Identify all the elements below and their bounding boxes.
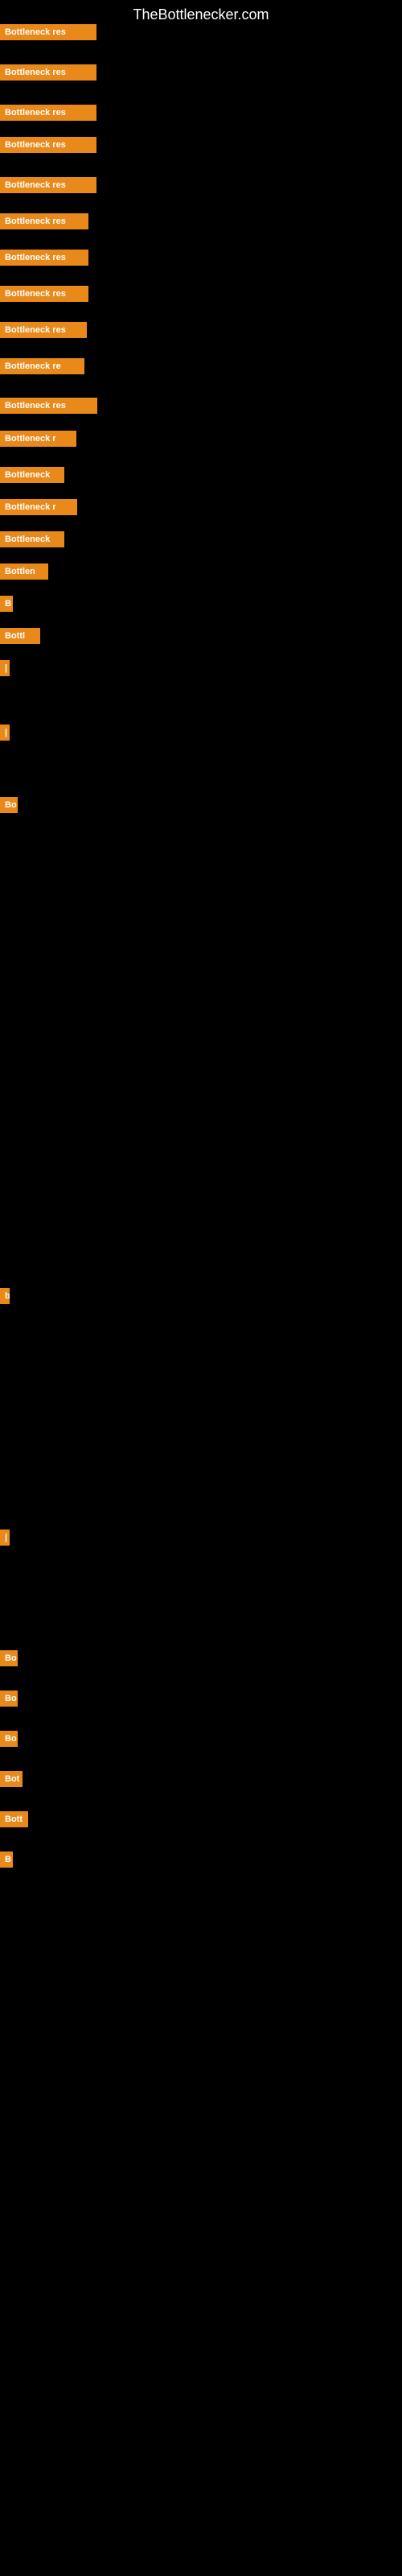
- bottleneck-badge: Bottleneck res: [0, 398, 97, 414]
- bottleneck-badge: Bo: [0, 797, 18, 813]
- bottleneck-badge: Bo: [0, 1650, 18, 1666]
- bottleneck-badge: Bott: [0, 1811, 28, 1827]
- bottleneck-badge: B: [0, 1852, 13, 1868]
- bottleneck-badge: Bottleneck re: [0, 358, 84, 374]
- bottleneck-badge: Bottl: [0, 628, 40, 644]
- bottleneck-badge: Bottleneck res: [0, 250, 88, 266]
- bottleneck-badge: Bottleneck res: [0, 105, 96, 121]
- bottleneck-badge: B: [0, 596, 13, 612]
- bottleneck-badge: Bottleneck: [0, 531, 64, 547]
- bottleneck-badge: Bottleneck res: [0, 137, 96, 153]
- bottleneck-badge: Bot: [0, 1771, 23, 1787]
- bottleneck-badge: Bottleneck res: [0, 24, 96, 40]
- bottleneck-badge: Bottleneck: [0, 467, 64, 483]
- bottleneck-badge: b: [0, 1288, 10, 1304]
- bottleneck-badge: |: [0, 1530, 10, 1546]
- bottleneck-badge: Bo: [0, 1690, 18, 1707]
- bottleneck-badge: |: [0, 660, 10, 676]
- bottleneck-badge: Bottleneck r: [0, 499, 77, 515]
- bottleneck-badge: Bottleneck res: [0, 64, 96, 80]
- bottleneck-badge: Bottlen: [0, 564, 48, 580]
- bottleneck-badge: Bottleneck res: [0, 177, 96, 193]
- bottleneck-badge: Bottleneck r: [0, 431, 76, 447]
- bottleneck-badge: |: [0, 724, 10, 741]
- bottleneck-badge: Bottleneck res: [0, 213, 88, 229]
- bottleneck-badge: Bottleneck res: [0, 322, 87, 338]
- bottleneck-badge: Bottleneck res: [0, 286, 88, 302]
- bottleneck-badge: Bo: [0, 1731, 18, 1747]
